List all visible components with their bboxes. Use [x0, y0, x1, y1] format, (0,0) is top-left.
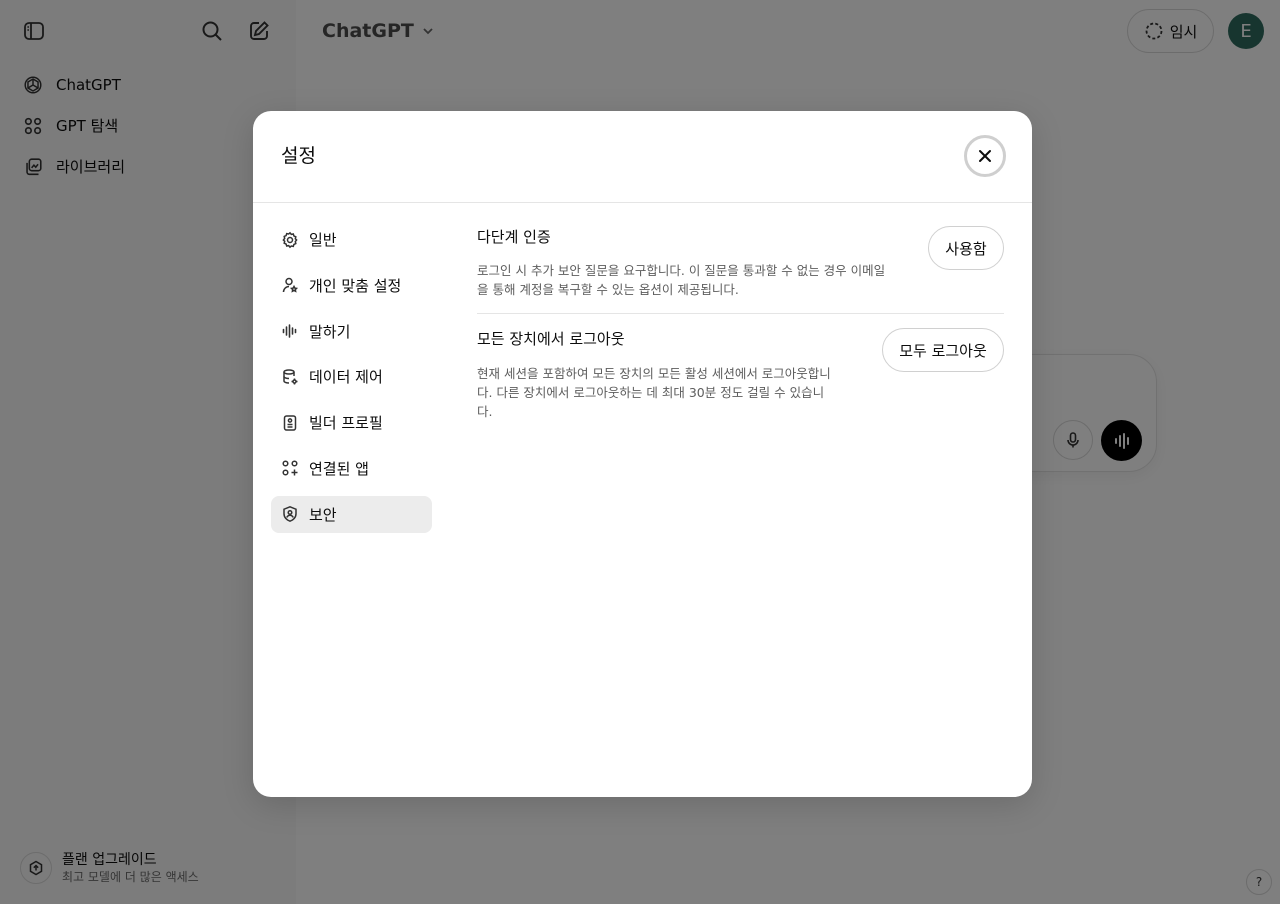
settings-title: 설정: [281, 145, 316, 167]
waveform-icon: [282, 324, 297, 338]
mfa-setting: 다단계 인증 로그인 시 추가 보안 질문을 요구합니다. 이 질문을 통과할 …: [477, 221, 1004, 314]
tab-security[interactable]: 보안: [271, 495, 432, 533]
mfa-description: 로그인 시 추가 보안 질문을 요구합니다. 이 질문을 통과할 수 없는 경우…: [477, 263, 886, 297]
tab-label: 말하기: [309, 322, 351, 341]
shield-icon: [283, 506, 297, 523]
tab-builder-profile[interactable]: 빌더 프로필: [271, 404, 432, 441]
tab-connected-apps[interactable]: 연결된 앱: [271, 450, 432, 487]
logout-all-button[interactable]: 모두 로그아웃: [882, 328, 1004, 372]
personalization-icon: [282, 278, 299, 293]
close-icon: [979, 150, 991, 162]
mfa-enabled-button[interactable]: 사용함: [928, 226, 1004, 270]
logout-all-description: 현재 세션을 포함하여 모든 장치의 모든 활성 세션에서 로그아웃합니다. 다…: [477, 366, 831, 419]
security-panel: 다단계 인증 로그인 시 추가 보안 질문을 요구합니다. 이 질문을 통과할 …: [477, 221, 1004, 424]
tab-label: 일반: [309, 231, 337, 249]
settings-tabs: 일반 개인 맞춤 설정 말하기 데이터 제어 빌더 프로필 연결된 앱 보안: [271, 221, 432, 542]
id-badge-icon: [283, 414, 297, 431]
tab-label: 개인 맞춤 설정: [309, 276, 402, 295]
tab-speech[interactable]: 말하기: [271, 313, 432, 350]
logout-all-title: 모든 장치에서 로그아웃: [477, 330, 625, 348]
settings-header: 설정: [253, 111, 1032, 203]
tab-data-controls[interactable]: 데이터 제어: [271, 358, 432, 395]
database-icon: [283, 369, 298, 385]
close-button[interactable]: [964, 135, 1006, 177]
tab-label: 연결된 앱: [309, 459, 369, 478]
mfa-title: 다단계 인증: [477, 228, 551, 246]
apps-icon: [282, 460, 298, 477]
tab-personalization[interactable]: 개인 맞춤 설정: [271, 267, 432, 304]
logout-all-setting: 모든 장치에서 로그아웃 현재 세션을 포함하여 모든 장치의 모든 활성 세션…: [477, 314, 1004, 424]
gear-icon: [282, 231, 298, 248]
settings-dialog: 설정 일반 개인 맞춤 설정 말하기 데이터 제어 빌더 프로필 연결된 앱 보…: [253, 111, 1032, 797]
tab-label: 빌더 프로필: [309, 414, 383, 433]
tab-general[interactable]: 일반: [271, 221, 432, 258]
tab-label: 보안: [309, 505, 337, 524]
tab-label: 데이터 제어: [309, 368, 383, 387]
